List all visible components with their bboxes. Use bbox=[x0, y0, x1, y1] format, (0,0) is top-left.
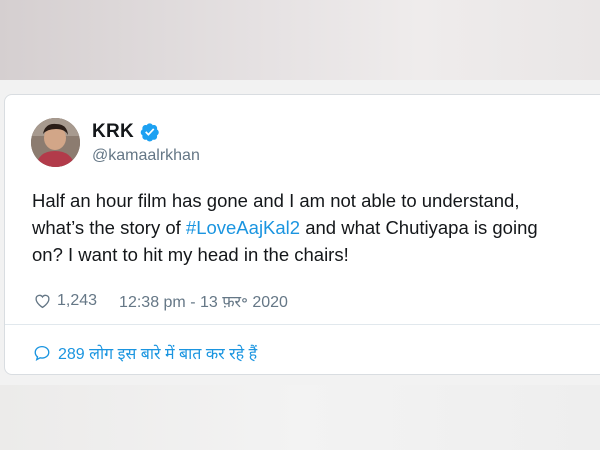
tweet-text-line-3: on? I want to hit my head in the chairs! bbox=[32, 244, 349, 265]
background-photo-top bbox=[0, 0, 600, 80]
avatar[interactable] bbox=[31, 118, 80, 167]
background-photo-bottom bbox=[0, 385, 600, 450]
tweet-text-line-2: what’s the story of #LoveAajKal2 and wha… bbox=[32, 214, 600, 241]
verified-badge-icon bbox=[140, 123, 159, 142]
hashtag-link[interactable]: #LoveAajKal2 bbox=[186, 217, 300, 238]
conversation-link[interactable]: 289 लोग इस बारे में बात कर रहे हैं bbox=[33, 342, 257, 364]
tweet-timestamp[interactable]: 12:38 pm - 13 फ़र॰ 2020 bbox=[119, 290, 288, 312]
conversation-text[interactable]: 289 लोग इस बारे में बात कर रहे हैं bbox=[58, 342, 257, 364]
divider bbox=[5, 324, 600, 325]
tweet-text: Half an hour film has gone and I am not … bbox=[32, 187, 600, 268]
heart-icon[interactable] bbox=[33, 292, 52, 310]
tweet-card: KRK @kamaalrkhan Half an hour film has g… bbox=[4, 94, 600, 375]
tweet-text-segment: what’s the story of bbox=[32, 217, 186, 238]
author-row: KRK bbox=[92, 121, 160, 143]
tweet-text-segment: and what Chutiyapa is going bbox=[300, 217, 538, 238]
author-handle[interactable]: @kamaalrkhan bbox=[92, 147, 200, 165]
author-name[interactable]: KRK bbox=[92, 121, 134, 143]
tweet-text-line-1: Half an hour film has gone and I am not … bbox=[32, 190, 520, 211]
tweet-meta: 1,243 12:38 pm - 13 फ़र॰ 2020 bbox=[33, 290, 288, 312]
like-count[interactable]: 1,243 bbox=[57, 292, 97, 310]
speech-bubble-icon bbox=[34, 345, 50, 361]
